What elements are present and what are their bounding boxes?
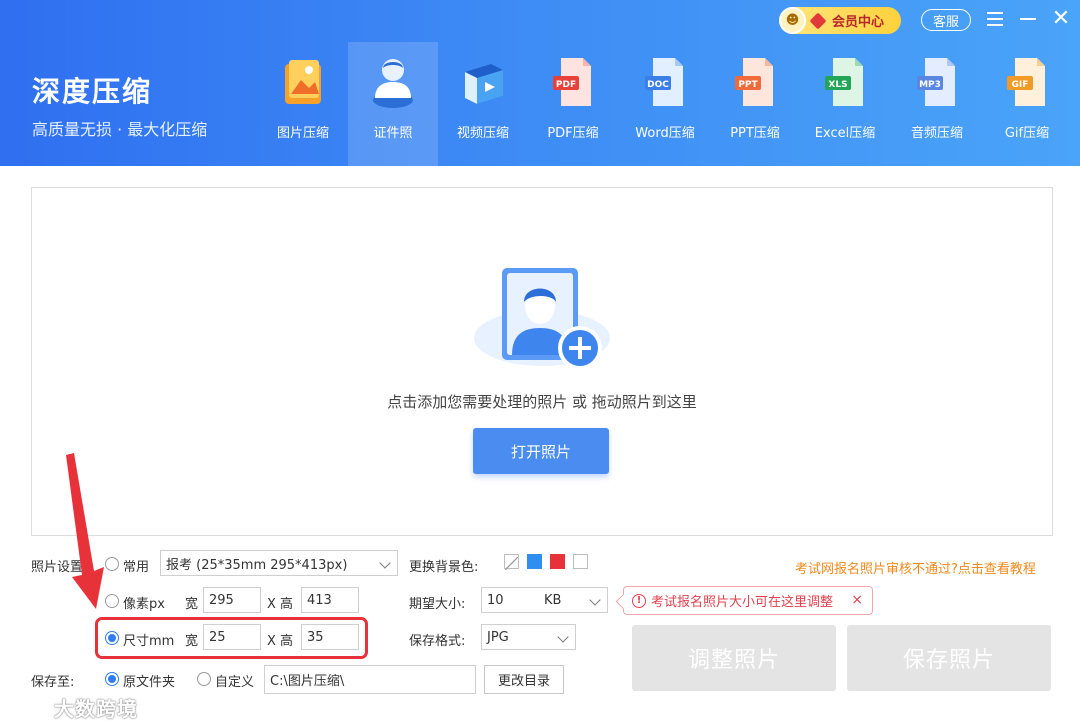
annotation-highlight-box bbox=[95, 617, 368, 659]
adjust-photo-button[interactable]: 调整照片 bbox=[632, 625, 836, 691]
tab-label: 视频压缩 bbox=[456, 126, 509, 141]
save-custom-radio[interactable] bbox=[197, 672, 211, 686]
add-photo-icon bbox=[474, 268, 610, 370]
save-format-select[interactable]: JPG bbox=[481, 624, 576, 650]
diamond-icon bbox=[809, 12, 827, 29]
preset-select[interactable]: 报考 (25*35mm 295*413px) bbox=[160, 550, 398, 576]
pixel-width-input[interactable]: 295 bbox=[203, 587, 261, 613]
mode-common-label: 常用 bbox=[123, 560, 150, 575]
app-title: 深度压缩 bbox=[32, 75, 153, 108]
pixel-height-input[interactable]: 413 bbox=[301, 587, 359, 613]
preset-value: 报考 (25*35mm 295*413px) bbox=[166, 557, 348, 573]
excel-icon: XLS bbox=[825, 58, 863, 106]
photo-drop-zone[interactable]: 点击添加您需要处理的照片 或 拖动照片到这里 打开照片 bbox=[31, 187, 1053, 536]
tab-audio-compress[interactable]: MP3 音频压缩 bbox=[892, 42, 982, 166]
tab-label: Gif压缩 bbox=[1004, 126, 1050, 141]
close-tip-icon[interactable]: × bbox=[851, 592, 863, 608]
bg-color-white-swatch[interactable] bbox=[573, 554, 588, 569]
save-format-label: 保存格式: bbox=[409, 634, 466, 649]
tab-pdf-compress[interactable]: PDF PDF压缩 bbox=[528, 42, 618, 166]
help-tutorial-link[interactable]: 考试网报名照片审核不通过?点击查看教程 bbox=[795, 558, 1036, 577]
svg-text:GIF: GIF bbox=[1012, 80, 1029, 90]
chevron-down-icon bbox=[379, 557, 391, 569]
save-original-label: 原文件夹 bbox=[123, 675, 176, 690]
save-to-label: 保存至: bbox=[31, 675, 75, 690]
info-icon: ! bbox=[632, 593, 646, 608]
annotation-arrow-icon bbox=[66, 453, 104, 609]
tab-label: 音频压缩 bbox=[910, 126, 963, 141]
avatar: ☻ bbox=[779, 7, 806, 34]
app-subtitle: 高质量无损 · 最大化压缩 bbox=[32, 120, 208, 139]
id-photo-icon bbox=[373, 59, 413, 108]
bg-color-blue-swatch[interactable] bbox=[527, 554, 542, 569]
bg-color-red-swatch[interactable] bbox=[550, 554, 565, 569]
save-original-radio[interactable] bbox=[105, 672, 119, 686]
svg-text:PDF: PDF bbox=[556, 80, 576, 90]
minimize-icon[interactable] bbox=[1017, 8, 1039, 30]
size-tip-popup: ! 考试报名照片大小可在这里调整 × bbox=[623, 586, 873, 615]
save-path-input[interactable]: C:\图片压缩\ bbox=[264, 665, 476, 694]
svg-text:MP3: MP3 bbox=[919, 80, 941, 90]
pixel-width-label: 宽 bbox=[185, 597, 199, 612]
gif-icon: GIF bbox=[1007, 58, 1045, 106]
tab-label: Word压缩 bbox=[635, 126, 695, 141]
vip-center-label: 会员中心 bbox=[832, 15, 885, 30]
svg-text:XLS: XLS bbox=[828, 80, 847, 90]
save-format-value: JPG bbox=[487, 629, 509, 645]
ppt-icon: PPT bbox=[735, 58, 773, 106]
word-icon: DOC bbox=[645, 58, 683, 106]
image-icon bbox=[285, 60, 321, 104]
expected-size-value: 10 bbox=[487, 592, 504, 608]
bg-color-none-swatch[interactable] bbox=[504, 554, 519, 571]
watermark: 大数跨境 bbox=[8, 692, 138, 722]
save-custom-label: 自定义 bbox=[215, 675, 255, 690]
tab-image-compress[interactable]: 图片压缩 bbox=[258, 42, 348, 166]
vip-center-button[interactable]: ☻ 会员中心 bbox=[779, 7, 901, 34]
close-icon[interactable]: ✕ bbox=[1050, 8, 1072, 30]
expected-size-unit: KB bbox=[544, 593, 562, 608]
pixel-height-label: X 高 bbox=[267, 597, 294, 612]
app-header: 深度压缩 高质量无损 · 最大化压缩 ☻ 会员中心 客服 ✕ 图片压缩 证件照 bbox=[0, 0, 1080, 166]
save-photo-button[interactable]: 保存照片 bbox=[847, 625, 1051, 691]
chevron-down-icon bbox=[557, 631, 569, 643]
tab-gif-compress[interactable]: GIF Gif压缩 bbox=[982, 42, 1072, 166]
tab-excel-compress[interactable]: XLS Excel压缩 bbox=[800, 42, 890, 166]
tab-label: 图片压缩 bbox=[276, 126, 329, 141]
drop-hint-text: 点击添加您需要处理的照片 或 拖动照片到这里 bbox=[387, 393, 697, 411]
mode-pixel-label: 像素px bbox=[123, 597, 165, 612]
svg-text:PPT: PPT bbox=[738, 80, 758, 90]
tab-word-compress[interactable]: DOC Word压缩 bbox=[620, 42, 710, 166]
watermark-text: 大数跨境 bbox=[54, 696, 138, 721]
svg-text:DOC: DOC bbox=[647, 80, 669, 90]
audio-icon: MP3 bbox=[917, 58, 955, 106]
pdf-icon: PDF bbox=[553, 58, 591, 106]
customer-service-button[interactable]: 客服 bbox=[921, 9, 971, 31]
tab-label: PPT压缩 bbox=[730, 126, 780, 141]
tip-text: 考试报名照片大小可在这里调整 bbox=[651, 595, 834, 610]
change-directory-button[interactable]: 更改目录 bbox=[484, 665, 564, 694]
expected-size-input[interactable]: 10 KB bbox=[481, 587, 608, 613]
watermark-logo-icon bbox=[8, 698, 47, 716]
tab-label: Excel压缩 bbox=[814, 126, 876, 141]
menu-icon[interactable] bbox=[984, 8, 1006, 30]
bg-color-label: 更换背景色: bbox=[409, 560, 479, 575]
tab-label: 证件照 bbox=[373, 126, 413, 141]
video-icon bbox=[465, 64, 503, 104]
no-color-icon bbox=[504, 556, 519, 571]
tab-label: PDF压缩 bbox=[547, 126, 599, 141]
expected-size-label: 期望大小: bbox=[409, 597, 466, 612]
tab-ppt-compress[interactable]: PPT PPT压缩 bbox=[710, 42, 800, 166]
chevron-down-icon bbox=[589, 594, 601, 606]
open-photo-button[interactable]: 打开照片 bbox=[473, 428, 609, 474]
tab-video-compress[interactable]: 视频压缩 bbox=[438, 42, 528, 166]
tab-id-photo[interactable]: 证件照 bbox=[348, 42, 438, 166]
